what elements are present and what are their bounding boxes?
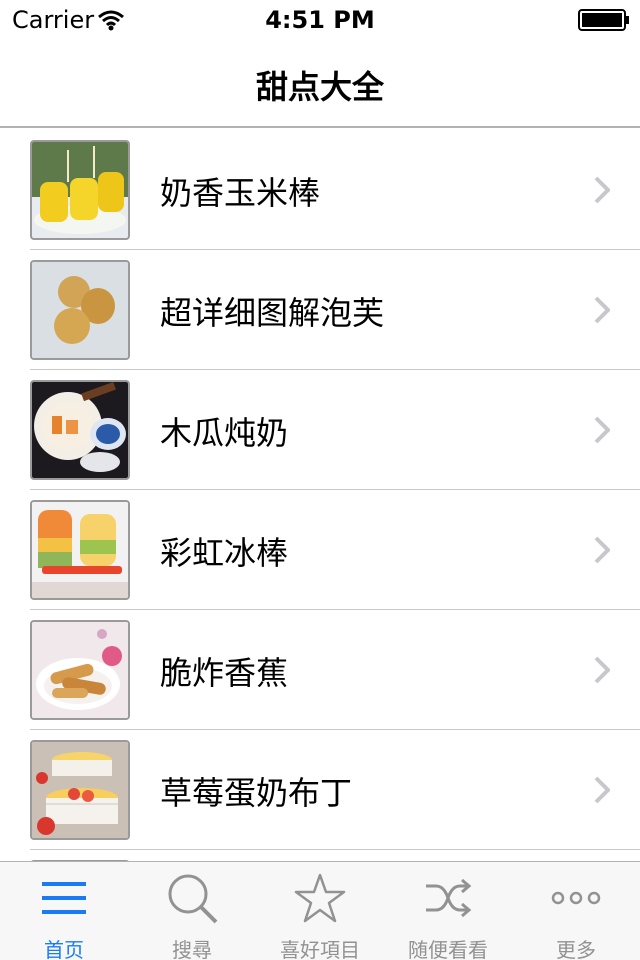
chevron-right-icon bbox=[594, 416, 610, 444]
cream-puff-image bbox=[30, 260, 130, 360]
item-title: 奶香玉米棒 bbox=[160, 174, 321, 212]
item-title: 彩虹冰棒 bbox=[160, 534, 289, 572]
search-icon bbox=[168, 874, 218, 924]
chevron-right-icon bbox=[594, 776, 610, 804]
chevron-right-icon bbox=[594, 656, 610, 684]
item-title: 草莓蛋奶布丁 bbox=[160, 774, 353, 812]
strawberry-pudding-image bbox=[30, 740, 130, 840]
tab-bar: 首页 搜尋 喜好項目 随便看看 更多 bbox=[0, 861, 640, 960]
tab-label: 喜好項目 bbox=[280, 938, 360, 960]
status-bar: Carrier 4:51 PM bbox=[0, 0, 640, 40]
battery-icon bbox=[578, 9, 629, 31]
list-item[interactable]: 彩虹冰棒 bbox=[0, 490, 640, 610]
tab-label: 更多 bbox=[556, 938, 596, 960]
navigation-bar: 甜点大全 bbox=[0, 40, 640, 128]
item-title: 脆炸香蕉 bbox=[160, 654, 289, 692]
corn-cob-image bbox=[30, 140, 130, 240]
chevron-right-icon bbox=[594, 536, 610, 564]
item-title: 木瓜炖奶 bbox=[160, 414, 289, 452]
tab-more[interactable]: 更多 bbox=[512, 862, 640, 960]
chevron-right-icon bbox=[594, 296, 610, 324]
tab-label: 首页 bbox=[44, 938, 84, 960]
rainbow-popsicle-image bbox=[30, 500, 130, 600]
tab-label: 随便看看 bbox=[408, 938, 488, 960]
fried-banana-image bbox=[30, 620, 130, 720]
list-item[interactable]: 奶香玉米棒 bbox=[0, 130, 640, 250]
papaya-milk-image bbox=[30, 380, 130, 480]
dessert-list[interactable]: 奶香玉米棒 超详细图解泡芙 木瓜炖奶 彩虹冰棒 脆炸香蕉 草莓蛋奶布丁 bbox=[0, 130, 640, 861]
item-title: 超详细图解泡芙 bbox=[160, 294, 385, 332]
menu-icon bbox=[42, 882, 86, 914]
list-item-partial[interactable] bbox=[0, 850, 640, 861]
star-icon bbox=[294, 873, 346, 923]
tab-label: 搜尋 bbox=[172, 938, 212, 960]
page-title: 甜点大全 bbox=[255, 68, 384, 106]
more-icon bbox=[551, 891, 601, 905]
tab-random[interactable]: 随便看看 bbox=[384, 862, 512, 960]
clock: 4:51 PM bbox=[265, 6, 375, 34]
list-item[interactable]: 木瓜炖奶 bbox=[0, 370, 640, 490]
shuffle-icon bbox=[426, 878, 472, 918]
tab-home[interactable]: 首页 bbox=[0, 862, 128, 960]
tab-favorites[interactable]: 喜好項目 bbox=[256, 862, 384, 960]
chevron-right-icon bbox=[594, 176, 610, 204]
list-item[interactable]: 脆炸香蕉 bbox=[0, 610, 640, 730]
list-item[interactable]: 超详细图解泡芙 bbox=[0, 250, 640, 370]
tab-search[interactable]: 搜尋 bbox=[128, 862, 256, 960]
list-item[interactable]: 草莓蛋奶布丁 bbox=[0, 730, 640, 850]
